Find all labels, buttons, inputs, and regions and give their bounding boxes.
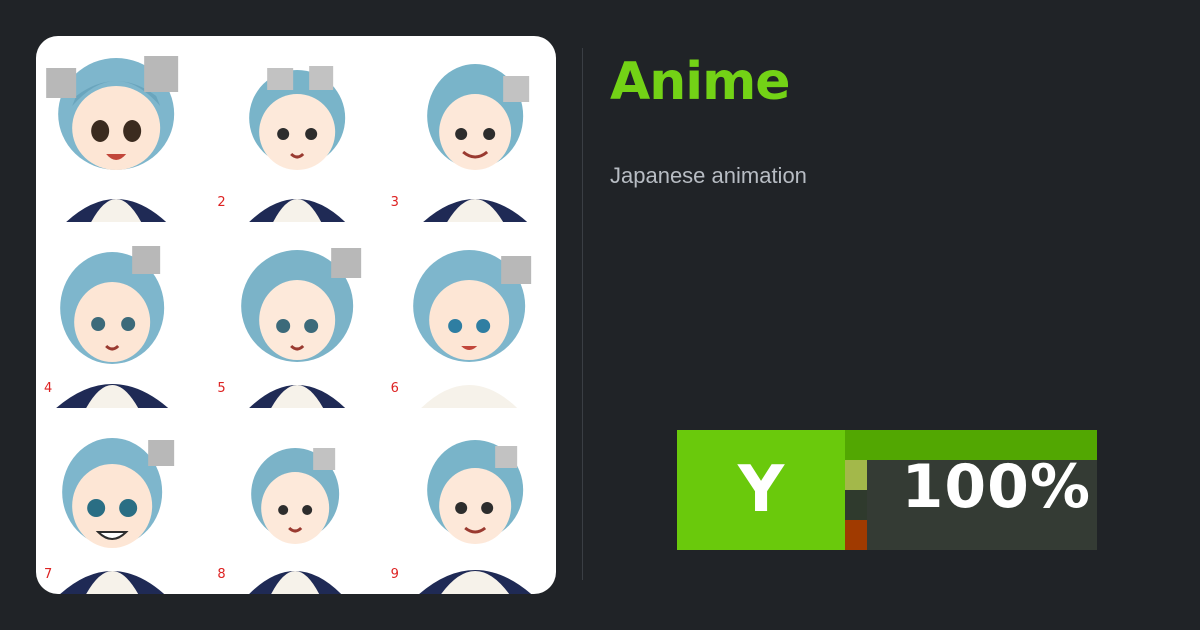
- sketch-number: 9: [390, 567, 399, 582]
- character-sketch: 6: [383, 222, 556, 408]
- character-grid: 2 3 4 5 6 7 8 9: [36, 36, 556, 594]
- character-sketch: [36, 36, 209, 222]
- percent-badge: Y 100%: [677, 430, 1097, 550]
- badge-letter: Y: [677, 430, 845, 550]
- sketch-number: 6: [390, 381, 399, 396]
- sketch-number: 8: [217, 567, 226, 582]
- topic-description: Japanese animation: [610, 163, 807, 188]
- badge-meter: 100%: [845, 430, 1097, 550]
- character-sketch: 2: [209, 36, 382, 222]
- sketch-number: 3: [390, 195, 399, 210]
- character-sketch: 3: [383, 36, 556, 222]
- sketch-number: 4: [44, 381, 53, 396]
- page-title: Anime: [610, 52, 791, 112]
- character-sketch: 9: [383, 408, 556, 594]
- meter-segment: [845, 520, 867, 550]
- character-sketch: 8: [209, 408, 382, 594]
- character-sketch: 4: [36, 222, 209, 408]
- character-sketch: 5: [209, 222, 382, 408]
- character-sketch: 7: [36, 408, 209, 594]
- percent-value: 100%: [901, 452, 1091, 522]
- anime-illustration: 2 3 4 5 6 7 8 9: [36, 36, 556, 594]
- sketch-number: 7: [44, 567, 53, 582]
- divider: [582, 48, 583, 580]
- sketch-number: 5: [217, 381, 226, 396]
- sketch-number: 2: [217, 195, 226, 210]
